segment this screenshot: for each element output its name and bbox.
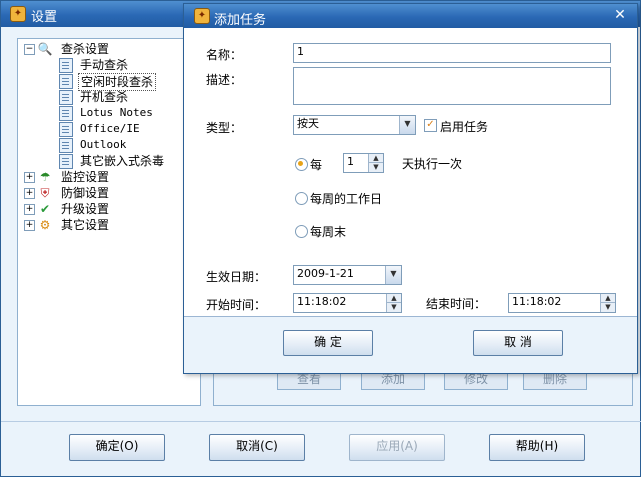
start-time-value: 11:18:02 <box>297 295 347 308</box>
tree-item-update-settings[interactable]: + ✔ 升级设置 <box>24 201 194 217</box>
tree-item-label: 其它设置 <box>61 218 110 232</box>
type-select-value: 按天 <box>297 117 319 130</box>
weekend-radio[interactable] <box>295 225 308 238</box>
dialog-titlebar[interactable]: ✦ 添加任务 ✕ <box>184 4 637 28</box>
update-check-icon: ✔ <box>39 202 51 216</box>
shield-icon: ⛨ <box>40 186 50 200</box>
expand-icon[interactable]: + <box>24 220 35 231</box>
tree-item-monitor-settings[interactable]: + ☂ 监控设置 <box>24 169 194 185</box>
tree-item-defense-settings[interactable]: + ⛨ 防御设置 <box>24 185 194 201</box>
gear-icon: ⚙ <box>39 218 51 232</box>
spin-buttons[interactable]: ▲ ▼ <box>600 294 615 312</box>
type-label: 类型： <box>206 121 243 135</box>
collapse-icon[interactable]: − <box>24 44 35 55</box>
effective-date-picker[interactable]: 2009-1-21 ▼ <box>293 265 402 285</box>
description-label: 描述： <box>206 73 243 87</box>
end-time-label: 结束时间： <box>426 297 487 311</box>
spin-down-icon[interactable]: ▼ <box>387 303 401 312</box>
add-task-dialog: ✦ 添加任务 ✕ 名称： 1 描述： 类型： 按天 ▼ ✓ 启用任务 每 1 ▲… <box>183 3 638 374</box>
every-suffix-label: 天执行一次 <box>402 157 463 171</box>
expand-icon[interactable]: + <box>24 172 35 183</box>
spin-up-icon[interactable]: ▲ <box>601 294 615 303</box>
expand-icon[interactable]: + <box>24 188 35 199</box>
document-icon <box>59 154 73 169</box>
tree-item-label: Lotus Notes <box>80 106 153 119</box>
dialog-ok-button[interactable]: 确 定 <box>283 330 373 356</box>
every-label: 每 <box>310 158 323 172</box>
tree-item-scan-settings[interactable]: − 🔍 查杀设置 <box>24 41 194 57</box>
document-icon <box>59 106 73 121</box>
weekend-label: 每周末 <box>310 225 347 239</box>
app-shield-icon: ✦ <box>10 6 26 22</box>
weekdays-label: 每周的工作日 <box>310 192 383 206</box>
tree-item-label: Office/IE <box>80 122 140 135</box>
dialog-cancel-button[interactable]: 取 消 <box>473 330 563 356</box>
tree-item-label: 开机查杀 <box>80 90 129 104</box>
name-label: 名称： <box>206 48 243 62</box>
chevron-down-icon[interactable]: ▼ <box>399 116 415 134</box>
tree-item-label: 其它嵌入式杀毒 <box>80 154 165 168</box>
start-time-input[interactable]: 11:18:02 ▲ ▼ <box>293 293 402 313</box>
expand-icon[interactable]: + <box>24 204 35 215</box>
help-button[interactable]: 帮助(H) <box>489 434 585 461</box>
window-title: 设置 <box>31 10 58 25</box>
start-time-label: 开始时间： <box>206 298 267 312</box>
spin-buttons[interactable]: ▲ ▼ <box>368 154 383 172</box>
enable-task-checkbox[interactable]: ✓ <box>424 119 437 132</box>
tree-item-label: Outlook <box>80 138 127 151</box>
name-input[interactable]: 1 <box>293 43 611 63</box>
end-time-value: 11:18:02 <box>512 295 562 308</box>
enable-task-label: 启用任务 <box>440 120 489 134</box>
tree-item-label: 升级设置 <box>61 202 110 216</box>
app-shield-icon: ✦ <box>194 8 210 24</box>
document-icon <box>59 90 73 105</box>
description-input[interactable] <box>293 67 611 105</box>
document-icon <box>59 74 73 89</box>
cancel-button[interactable]: 取消(C) <box>209 434 305 461</box>
document-icon <box>59 122 73 137</box>
tree-item-label: 查杀设置 <box>61 42 110 56</box>
spin-down-icon[interactable]: ▼ <box>601 303 615 312</box>
umbrella-icon: ☂ <box>39 170 51 184</box>
magnifier-icon: 🔍 <box>37 42 53 56</box>
dialog-title: 添加任务 <box>214 13 267 28</box>
effective-date-value: 2009-1-21 <box>297 267 354 280</box>
tree-item-label: 防御设置 <box>61 186 110 200</box>
weekdays-radio[interactable] <box>295 192 308 205</box>
spin-buttons[interactable]: ▲ ▼ <box>386 294 401 312</box>
days-value: 1 <box>347 155 354 168</box>
days-spinner[interactable]: 1 ▲ ▼ <box>343 153 384 173</box>
tree-item-other-settings[interactable]: + ⚙ 其它设置 <box>24 217 194 233</box>
spin-down-icon[interactable]: ▼ <box>369 163 383 172</box>
document-icon <box>59 138 73 153</box>
document-icon <box>59 58 73 73</box>
dialog-form: 名称： 1 描述： 类型： 按天 ▼ ✓ 启用任务 每 1 ▲ ▼ 天执行一次 每… <box>184 28 637 316</box>
tree-item-label: 手动查杀 <box>80 58 129 72</box>
ok-button[interactable]: 确定(O) <box>69 434 165 461</box>
divider <box>184 316 637 317</box>
settings-tree: − 🔍 查杀设置 手动查杀 空闲时段查杀 开机查杀 Lotus Notes Of… <box>17 38 201 406</box>
every-n-days-radio[interactable] <box>295 158 308 171</box>
tree-item-label: 监控设置 <box>61 170 110 184</box>
divider <box>1 421 641 422</box>
spin-up-icon[interactable]: ▲ <box>387 294 401 303</box>
end-time-input[interactable]: 11:18:02 ▲ ▼ <box>508 293 616 313</box>
effective-date-label: 生效日期： <box>206 270 267 284</box>
apply-button[interactable]: 应用(A) <box>349 434 445 461</box>
type-select[interactable]: 按天 ▼ <box>293 115 416 135</box>
close-icon[interactable]: ✕ <box>608 6 632 24</box>
chevron-down-icon[interactable]: ▼ <box>385 266 401 284</box>
spin-up-icon[interactable]: ▲ <box>369 154 383 163</box>
